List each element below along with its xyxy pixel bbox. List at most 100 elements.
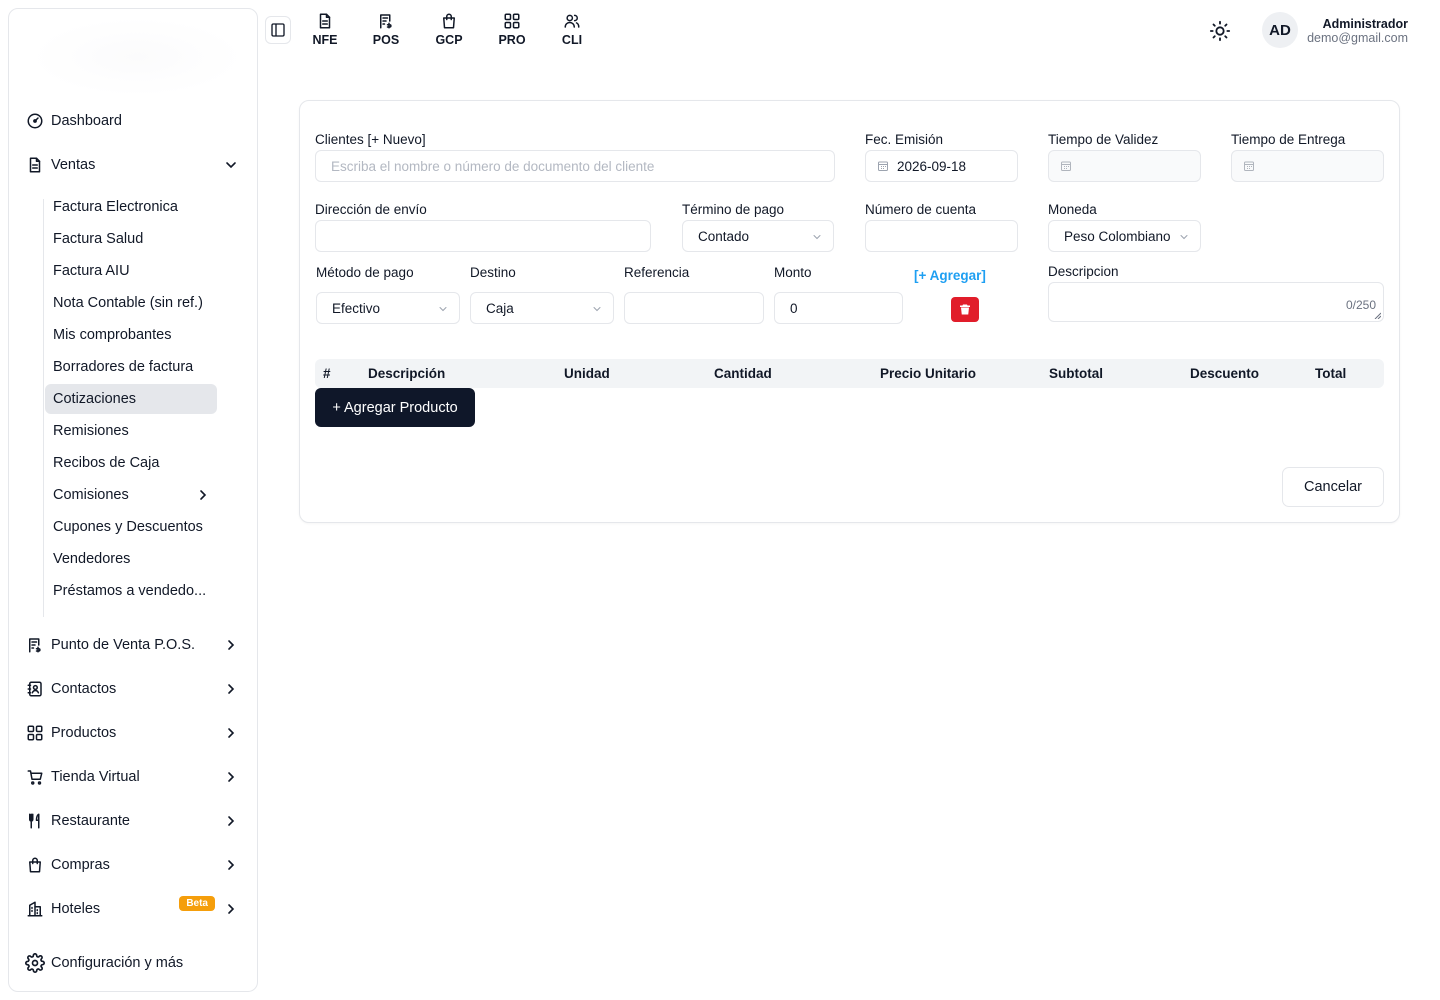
sidebar-item-tienda-virtual[interactable]: Tienda Virtual [25,761,247,793]
delete-payment-button[interactable] [951,297,979,322]
destino-label: Destino [470,265,516,280]
fecha-emision-value: 2026-09-18 [897,158,967,174]
cancel-button[interactable]: Cancelar [1282,467,1384,507]
client-search-input[interactable]: Escriba el nombre o número de documento … [315,150,835,182]
direccion-envio-label: Dirección de envío [315,202,427,217]
referencia-input[interactable] [624,292,764,324]
user-email: demo@gmail.com [1307,31,1408,45]
sidebar: Dashboard Ventas Factura Electronica Fac… [8,8,258,992]
chevron-right-icon [223,769,239,785]
column-header-number: # [323,366,331,381]
direccion-envio-input[interactable] [315,220,651,252]
tiempo-validez-input[interactable] [1048,150,1201,182]
submenu-guide-line [43,199,44,617]
numero-cuenta-input[interactable] [865,220,1018,252]
tiempo-validez-label: Tiempo de Validez [1048,132,1159,147]
submenu-item-vendedores[interactable]: Vendedores [45,544,217,574]
contacts-icon [25,679,45,699]
moneda-select[interactable]: Peso Colombiano [1048,220,1201,252]
sidebar-item-configuracion[interactable]: Configuración y más [25,947,247,979]
submenu-item-factura-electronica[interactable]: Factura Electronica [45,192,217,222]
tiempo-entrega-input[interactable] [1231,150,1384,182]
monto-input[interactable]: 0 [774,292,903,324]
sidebar-item-ventas[interactable]: Ventas [25,149,247,181]
submenu-item-label: Mis comprobantes [53,327,172,343]
chevron-right-icon [223,681,239,697]
submenu-item-nota-contable[interactable]: Nota Contable (sin ref.) [45,288,217,318]
submenu-item-borradores[interactable]: Borradores de factura [45,352,217,382]
sidebar-item-label: Contactos [51,681,117,697]
chevron-down-icon [591,303,603,315]
users-icon [563,12,581,30]
submenu-item-factura-salud[interactable]: Factura Salud [45,224,217,254]
sidebar-item-dashboard[interactable]: Dashboard [25,105,247,137]
logo [29,17,245,97]
destino-select[interactable]: Caja [470,292,614,324]
fecha-emision-input[interactable]: 2026-09-18 [865,150,1018,182]
referencia-label: Referencia [624,265,690,280]
sidebar-toggle-button[interactable] [265,16,291,44]
toplink-label: CLI [561,33,583,47]
sidebar-item-label: Ventas [51,157,96,173]
toplink-cli[interactable]: CLI [552,12,592,47]
sidebar-item-compras[interactable]: Compras [25,849,247,881]
calendar-icon [1060,160,1072,172]
submenu-item-remisiones[interactable]: Remisiones [45,416,217,446]
grid-icon [25,723,45,743]
metodo-pago-select[interactable]: Efectivo [316,292,460,324]
submenu-item-factura-aiu[interactable]: Factura AIU [45,256,217,286]
sidebar-item-label: Hoteles [51,901,101,917]
cart-icon [25,767,45,787]
sidebar-item-label: Productos [51,725,117,741]
add-product-button[interactable]: + Agregar Producto [315,388,475,427]
descripcion-textarea[interactable]: 0/250 [1048,282,1384,322]
submenu-item-prestamos[interactable]: Préstamos a vendedo... [45,576,217,606]
bag-icon [25,855,45,875]
agregar-pago-link[interactable]: [+ Agregar] [914,268,986,283]
sidebar-item-contactos[interactable]: Contactos [25,673,247,705]
termino-pago-select[interactable]: Contado [682,220,834,252]
submenu-item-comisiones[interactable]: Comisiones [45,480,217,510]
sidebar-item-label: Punto de Venta P.O.S. [51,637,196,653]
clientes-label[interactable]: Clientes [+ Nuevo] [315,132,426,147]
fecha-emision-label: Fec. Emisión [865,132,944,147]
gear-icon [25,953,45,973]
column-header-cantidad: Cantidad [714,366,772,381]
bag-icon [440,12,458,30]
toplink-label: NFE [312,33,338,47]
toplink-pro[interactable]: PRO [492,12,532,47]
theme-toggle-sun-icon[interactable] [1209,20,1231,42]
descripcion-counter: 0/250 [1345,298,1376,312]
submenu-item-mis-comprobantes[interactable]: Mis comprobantes [45,320,217,350]
calendar-icon [877,160,889,172]
sidebar-item-label: Configuración y más [51,955,184,971]
sidebar-item-label: Restaurante [51,813,130,829]
monto-label: Monto [774,265,812,280]
submenu-item-label: Factura Salud [53,231,144,247]
toplink-gcp[interactable]: GCP [429,12,469,47]
toplink-nfe[interactable]: NFE [305,12,345,47]
toplink-label: GCP [435,33,463,47]
sidebar-item-label: Compras [51,857,110,873]
sidebar-item-productos[interactable]: Productos [25,717,247,749]
chevron-down-icon [223,157,239,173]
toplink-pos[interactable]: POS [366,12,406,47]
column-header-subtotal: Subtotal [1049,366,1103,381]
sidebar-item-restaurante[interactable]: Restaurante [25,805,247,837]
sidebar-item-pos[interactable]: Punto de Venta P.O.S. [25,629,247,661]
submenu-item-cotizaciones[interactable]: Cotizaciones [45,384,217,414]
submenu-item-label: Cotizaciones [53,391,137,407]
avatar[interactable]: AD [1262,12,1298,48]
resize-handle-icon[interactable] [1374,312,1381,319]
chevron-right-icon [195,487,211,503]
calendar-icon [1243,160,1255,172]
destino-value: Caja [486,300,514,316]
chevron-right-icon [223,725,239,741]
sidebar-item-hoteles[interactable]: Hoteles Beta [25,893,247,925]
submenu-item-cupones[interactable]: Cupones y Descuentos [45,512,217,542]
submenu-item-recibos-caja[interactable]: Recibos de Caja [45,448,217,478]
submenu-item-label: Borradores de factura [53,359,194,375]
receipt-icon [25,635,45,655]
user-name: Administrador [1322,17,1408,31]
beta-badge: Beta [179,896,215,911]
